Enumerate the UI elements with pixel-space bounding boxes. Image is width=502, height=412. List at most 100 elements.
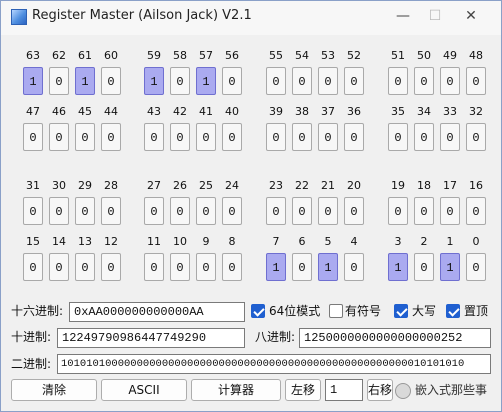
bit-toggle-button[interactable]: 0 — [466, 67, 486, 95]
bit-toggle-button[interactable]: 0 — [196, 253, 216, 281]
bit-index-label: 26 — [173, 179, 187, 192]
bit-index-label: 2 — [420, 235, 428, 248]
shift-amount-input[interactable]: 1 — [325, 379, 363, 401]
bit-index-label: 13 — [78, 235, 92, 248]
bit-toggle-button[interactable]: 1 — [23, 67, 43, 95]
bit-index-label: 42 — [173, 105, 187, 118]
bit-toggle-button[interactable]: 0 — [170, 253, 190, 281]
bit-toggle-button[interactable]: 0 — [144, 123, 164, 151]
bit-toggle-button[interactable]: 0 — [170, 67, 190, 95]
bit-toggle-button[interactable]: 1 — [144, 67, 164, 95]
bit-toggle-button[interactable]: 1 — [75, 67, 95, 95]
bit-toggle-button[interactable]: 0 — [170, 123, 190, 151]
bit-toggle-button[interactable]: 0 — [49, 123, 69, 151]
bit-toggle-button[interactable]: 0 — [101, 123, 121, 151]
bit-toggle-button[interactable]: 0 — [344, 67, 364, 95]
bit-toggle-button[interactable]: 0 — [292, 123, 312, 151]
bit-toggle-button[interactable]: 0 — [292, 253, 312, 281]
bit-toggle-button[interactable]: 0 — [440, 123, 460, 151]
ascii-button[interactable]: ASCII — [101, 379, 187, 401]
bit-toggle-button[interactable]: 0 — [466, 253, 486, 281]
bit-toggle-button[interactable]: 0 — [101, 253, 121, 281]
bit-index-label: 34 — [417, 105, 431, 118]
bit-toggle-button[interactable]: 1 — [266, 253, 286, 281]
bit-toggle-button[interactable]: 0 — [414, 123, 434, 151]
bit-toggle-button[interactable]: 0 — [75, 123, 95, 151]
bit-toggle-button[interactable]: 1 — [388, 253, 408, 281]
bin-input[interactable]: 1010101000000000000000000000000000000000… — [57, 354, 491, 374]
bit-toggle-button[interactable]: 0 — [414, 253, 434, 281]
signed-checkbox[interactable] — [329, 304, 343, 318]
bit-toggle-button[interactable]: 1 — [196, 67, 216, 95]
bit-toggle-button[interactable]: 0 — [318, 67, 338, 95]
bit-toggle-button[interactable]: 0 — [318, 123, 338, 151]
bit-index-label: 1 — [446, 235, 454, 248]
oct-input[interactable]: 1250000000000000000252 — [299, 328, 491, 348]
bit-toggle-button[interactable]: 0 — [170, 197, 190, 225]
bit-toggle-button[interactable]: 0 — [23, 197, 43, 225]
bit-toggle-button[interactable]: 0 — [49, 197, 69, 225]
bit-toggle-button[interactable]: 0 — [440, 67, 460, 95]
hex-input[interactable]: 0xAA000000000000AA — [69, 302, 245, 322]
bit-toggle-button[interactable]: 0 — [344, 123, 364, 151]
dec-label: 十进制: — [11, 330, 52, 344]
dec-input[interactable]: 12249790986447749290 — [57, 328, 245, 348]
bit-index-label: 11 — [147, 235, 161, 248]
bit-toggle-button[interactable]: 0 — [292, 197, 312, 225]
minimize-button[interactable]: — — [393, 6, 413, 26]
bit-toggle-button[interactable]: 0 — [101, 67, 121, 95]
bit-toggle-button[interactable]: 0 — [196, 123, 216, 151]
bit-index-label: 59 — [147, 49, 161, 62]
always-on-top-label: 置顶 — [464, 304, 489, 318]
bit-toggle-button[interactable]: 0 — [292, 67, 312, 95]
bit-toggle-button[interactable]: 0 — [466, 123, 486, 151]
bit-toggle-button[interactable]: 0 — [388, 67, 408, 95]
mode64-checkbox[interactable] — [251, 304, 265, 318]
shift-left-button[interactable]: 左移 — [285, 379, 321, 401]
bit-toggle-button[interactable]: 1 — [440, 253, 460, 281]
bit-toggle-button[interactable]: 0 — [318, 197, 338, 225]
bit-toggle-button[interactable]: 0 — [75, 197, 95, 225]
bit-toggle-button[interactable]: 0 — [344, 197, 364, 225]
bit-toggle-button[interactable]: 0 — [222, 123, 242, 151]
clear-button[interactable]: 清除 — [11, 379, 97, 401]
bit-toggle-button[interactable]: 0 — [440, 197, 460, 225]
uppercase-checkbox[interactable] — [394, 304, 408, 318]
bit-index-label: 35 — [391, 105, 405, 118]
bit-toggle-button[interactable]: 0 — [388, 197, 408, 225]
window-title: Register Master (Ailson Jack) V2.1 — [32, 8, 252, 23]
bit-toggle-button[interactable]: 0 — [266, 67, 286, 95]
bit-toggle-button[interactable]: 0 — [222, 67, 242, 95]
bit-toggle-button[interactable]: 0 — [344, 253, 364, 281]
bit-toggle-button[interactable]: 0 — [49, 67, 69, 95]
bit-toggle-button[interactable]: 0 — [414, 197, 434, 225]
bit-toggle-button[interactable]: 0 — [196, 197, 216, 225]
bit-toggle-button[interactable]: 0 — [23, 253, 43, 281]
bit-index-label: 37 — [321, 105, 335, 118]
bit-toggle-button[interactable]: 0 — [466, 197, 486, 225]
bit-index-label: 17 — [443, 179, 457, 192]
bit-toggle-button[interactable]: 0 — [266, 197, 286, 225]
bit-toggle-button[interactable]: 0 — [144, 253, 164, 281]
bit-toggle-button[interactable]: 0 — [266, 123, 286, 151]
calculator-button[interactable]: 计算器 — [191, 379, 281, 401]
bit-toggle-button[interactable]: 0 — [222, 253, 242, 281]
bit-toggle-button[interactable]: 1 — [318, 253, 338, 281]
bit-toggle-button[interactable]: 0 — [101, 197, 121, 225]
bit-index-label: 32 — [469, 105, 483, 118]
bit-index-label: 3 — [394, 235, 402, 248]
close-button[interactable]: ✕ — [461, 6, 481, 26]
bit-toggle-button[interactable]: 0 — [75, 253, 95, 281]
title-bar[interactable]: Register Master (Ailson Jack) V2.1 — ☐ ✕ — [1, 1, 501, 35]
bit-toggle-button[interactable]: 0 — [23, 123, 43, 151]
bit-toggle-button[interactable]: 0 — [222, 197, 242, 225]
bit-index-label: 15 — [26, 235, 40, 248]
always-on-top-checkbox[interactable] — [446, 304, 460, 318]
bit-toggle-button[interactable]: 0 — [144, 197, 164, 225]
bit-index-label: 30 — [52, 179, 66, 192]
bit-toggle-button[interactable]: 0 — [388, 123, 408, 151]
bit-toggle-button[interactable]: 0 — [49, 253, 69, 281]
shift-right-button[interactable]: 右移 — [367, 379, 393, 401]
maximize-button[interactable]: ☐ — [425, 6, 445, 26]
bit-toggle-button[interactable]: 0 — [414, 67, 434, 95]
